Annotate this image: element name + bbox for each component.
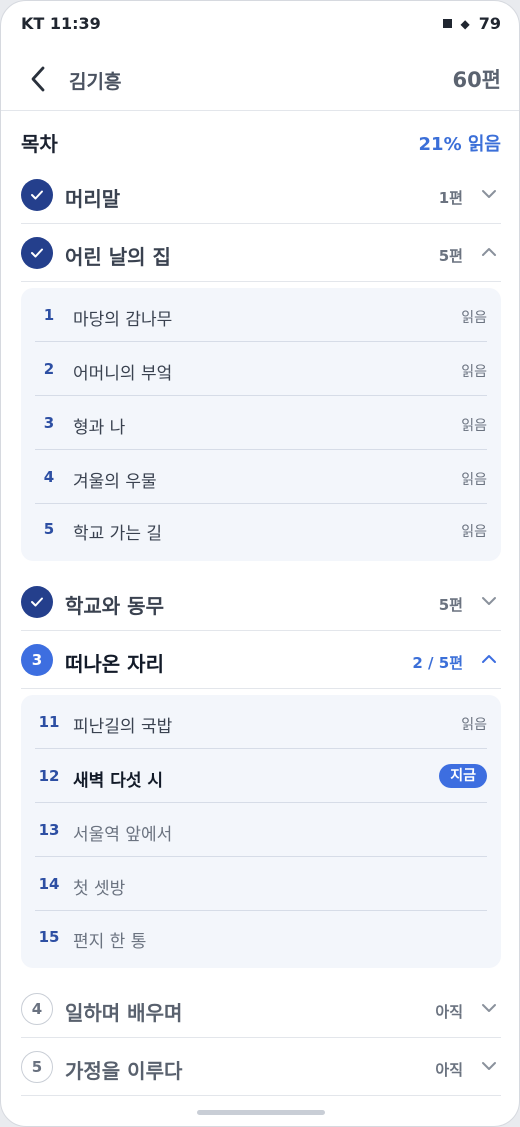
episode-number: 15	[38, 928, 60, 946]
chapter-title: 어린 날의 집	[65, 245, 171, 269]
home-indicator[interactable]	[197, 1110, 325, 1115]
carrier-time: KT 11:39	[21, 14, 101, 33]
chevron-down-icon[interactable]	[481, 188, 497, 200]
chapter-status: 아직	[435, 1003, 463, 1021]
episode-item[interactable]: 14 첫 셋방	[35, 857, 487, 911]
app-header: 김기흥 60편	[1, 47, 519, 111]
toc-title: 목차	[21, 132, 58, 156]
episode-item[interactable]: 5 학교 가는 길 읽음	[35, 502, 487, 556]
read-state: 읽음	[461, 310, 487, 326]
episode-item[interactable]: 4 겨울의 우물 읽음	[35, 450, 487, 504]
toc-header: 목차 21% 읽음	[1, 111, 519, 167]
chevron-left-icon[interactable]	[25, 63, 53, 95]
now-badge: 지금	[439, 764, 487, 788]
chapter-title: 학교와 동무	[65, 594, 164, 618]
chapter-progress: 2 / 5편	[412, 654, 463, 672]
episode-count: 60편	[452, 68, 501, 92]
phone-screen: KT 11:39 ◆ 79 김기흥 60편 목차 21% 읽음 머리말 1편 어…	[0, 0, 520, 1127]
episode-item-current[interactable]: 12 새벽 다섯 시 지금	[35, 749, 487, 803]
chapter-number-badge: 3	[21, 644, 53, 676]
chapter-title: 떠나온 자리	[65, 652, 164, 676]
episode-item[interactable]: 15 편지 한 통	[35, 910, 487, 964]
episode-number: 2	[43, 360, 55, 378]
chapter-status: 아직	[435, 1061, 463, 1079]
chapter-title: 머리말	[65, 187, 121, 211]
check-icon	[21, 237, 53, 269]
episode-title: 어머니의 부엌	[73, 364, 173, 384]
author-name: 김기흥	[69, 71, 122, 93]
episode-title: 겨울의 우물	[73, 472, 157, 492]
chevron-up-icon[interactable]	[481, 246, 497, 258]
chapter-count: 5편	[438, 247, 463, 265]
chapter-row[interactable]: 4 일하며 배우며 아직	[21, 980, 501, 1038]
chevron-down-icon[interactable]	[481, 1002, 497, 1014]
read-state: 읽음	[461, 717, 487, 733]
wifi-icon: ◆	[460, 16, 470, 31]
episode-title: 피난길의 국밥	[73, 717, 173, 737]
chapter-row[interactable]: 학교와 동무 5편	[21, 573, 501, 631]
read-progress: 21% 읽음	[418, 134, 501, 155]
read-state: 읽음	[461, 524, 487, 540]
chapter-number-badge: 4	[21, 993, 53, 1025]
episode-title: 편지 한 통	[73, 932, 147, 952]
episode-item[interactable]: 13 서울역 앞에서	[35, 803, 487, 857]
chapter-title: 일하며 배우며	[65, 1001, 183, 1025]
chapter-count: 5편	[438, 596, 463, 614]
check-icon	[21, 179, 53, 211]
episode-list: 11 피난길의 국밥 읽음 12 새벽 다섯 시 지금 13 서울역 앞에서 1…	[21, 695, 501, 968]
episode-number: 1	[43, 306, 55, 324]
episode-number: 13	[38, 821, 60, 839]
episode-list: 1 마당의 감나무 읽음 2 어머니의 부엌 읽음 3 형과 나 읽음 4 겨울…	[21, 288, 501, 561]
battery-level: 79	[478, 14, 501, 33]
check-icon	[21, 586, 53, 618]
episode-title: 새벽 다섯 시	[73, 771, 164, 791]
episode-number: 4	[43, 468, 55, 486]
episode-title: 마당의 감나무	[73, 310, 173, 330]
chapter-row[interactable]: 5 가정을 이루다 아직	[21, 1038, 501, 1096]
episode-number: 11	[38, 713, 60, 731]
chapter-row[interactable]: 어린 날의 집 5편	[21, 224, 501, 282]
chevron-down-icon[interactable]	[481, 1060, 497, 1072]
episode-item[interactable]: 1 마당의 감나무 읽음	[35, 288, 487, 342]
chapter-title: 가정을 이루다	[65, 1059, 183, 1083]
chapter-count: 1편	[438, 189, 463, 207]
read-state: 읽음	[461, 472, 487, 488]
read-state: 읽음	[461, 364, 487, 380]
chevron-down-icon[interactable]	[481, 595, 497, 607]
episode-item[interactable]: 3 형과 나 읽음	[35, 396, 487, 450]
episode-number: 12	[38, 767, 60, 785]
episode-title: 서울역 앞에서	[73, 825, 173, 845]
episode-title: 학교 가는 길	[73, 524, 163, 544]
episode-title: 첫 셋방	[73, 879, 126, 899]
episode-number: 5	[43, 520, 55, 538]
chevron-up-icon[interactable]	[481, 653, 497, 665]
episode-title: 형과 나	[73, 418, 126, 438]
episode-item[interactable]: 2 어머니의 부엌 읽음	[35, 342, 487, 396]
episode-item[interactable]: 11 피난길의 국밥 읽음	[35, 695, 487, 749]
chapter-row[interactable]: 머리말 1편	[21, 166, 501, 224]
stop-icon	[442, 19, 452, 28]
chapter-row-current[interactable]: 3 떠나온 자리 2 / 5편	[21, 631, 501, 689]
read-state: 읽음	[461, 418, 487, 434]
chapter-number-badge: 5	[21, 1051, 53, 1083]
status-icons: ◆ 79	[442, 14, 501, 33]
episode-number: 14	[38, 875, 60, 893]
status-bar: KT 11:39 ◆ 79	[1, 1, 519, 47]
episode-number: 3	[43, 414, 55, 432]
